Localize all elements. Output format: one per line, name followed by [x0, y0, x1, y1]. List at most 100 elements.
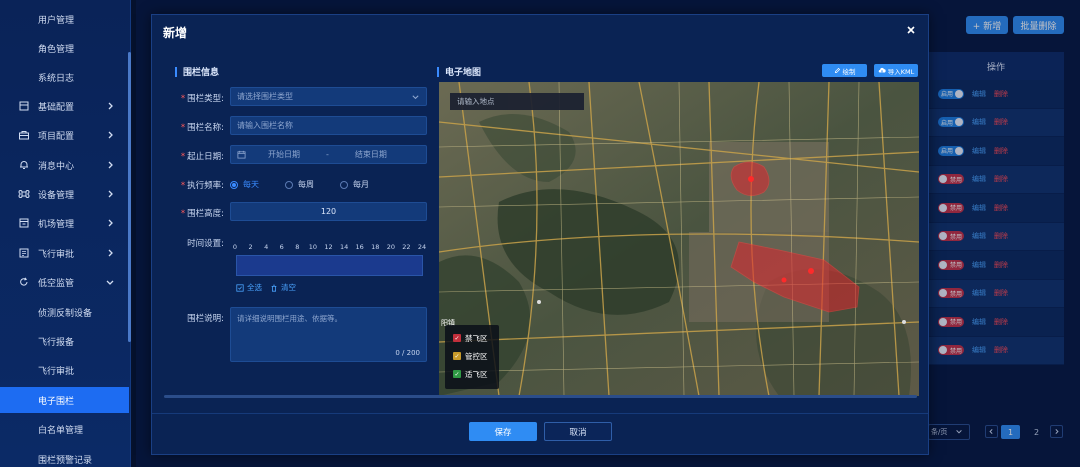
- fence-height-input[interactable]: 120: [230, 202, 427, 221]
- legend-item[interactable]: ✓ 禁飞区: [453, 329, 499, 347]
- add-fence-dialog: 新增 围栏信息 电子地图 * 围栏类型: 请选择围栏类型 * 围栏名称: 请输入围栏…: [151, 14, 929, 455]
- legend-label: 适飞区: [465, 369, 488, 379]
- select-all-icon: [236, 283, 244, 292]
- frequency-radio-1[interactable]: 每周: [285, 179, 314, 190]
- sidebar-item-5[interactable]: 消息中心: [0, 152, 129, 178]
- zone-legend: ✓ 禁飞区 ✓ 管控区 ✓ 适飞区: [445, 325, 499, 389]
- checkbox-icon: ✓: [453, 370, 461, 378]
- sidebar-item-label: 系统日志: [38, 73, 75, 84]
- chevron-right-icon: [108, 131, 113, 139]
- horizontal-scrollbar[interactable]: [164, 395, 917, 398]
- clear-button[interactable]: 清空: [270, 282, 296, 293]
- time-tick: 8: [295, 243, 300, 251]
- sidebar-item-label: 飞行审批: [38, 366, 75, 377]
- date-end-placeholder: 结束日期: [354, 150, 387, 159]
- sidebar-item-label: 项目配置: [38, 131, 75, 142]
- description-placeholder: 请详细说明围栏用途、依据等。: [237, 314, 342, 323]
- sidebar-item-1[interactable]: 角色管理: [0, 35, 129, 61]
- name-label: * 围栏名称:: [180, 123, 224, 133]
- save-button[interactable]: 保存: [469, 422, 537, 441]
- sidebar-item-15[interactable]: 围栏预警记录: [0, 446, 129, 467]
- sidebar-item-14[interactable]: 白名单管理: [0, 416, 129, 442]
- map-search-input[interactable]: 请输入地点: [450, 93, 584, 110]
- time-tick: 14: [339, 243, 349, 251]
- sidebar-item-label: 飞行审批: [38, 249, 75, 260]
- bell-icon: [18, 159, 30, 171]
- sidebar-item-3[interactable]: 基础配置: [0, 93, 129, 119]
- sidebar-item-label: 角色管理: [38, 44, 75, 55]
- checkbox-icon: ✓: [453, 334, 461, 342]
- edit-icon: [834, 67, 840, 73]
- chevron-right-icon: [108, 219, 113, 227]
- legend-item[interactable]: ✓ 适飞区: [453, 365, 499, 383]
- electronic-map[interactable]: 阳镇 请输入地点 ✓ 禁飞区 ✓ 管控区 ✓ 适飞区: [439, 82, 919, 396]
- sidebar-item-label: 低空监管: [38, 278, 75, 289]
- sidebar-item-10[interactable]: 侦测反制设备: [0, 299, 129, 325]
- map-search-placeholder: 请输入地点: [457, 97, 495, 106]
- height-label: * 围栏高度:: [180, 209, 224, 219]
- sidebar-item-8[interactable]: 飞行审批: [0, 240, 129, 266]
- description-counter: 0 / 200: [395, 349, 420, 357]
- calendar-icon: [237, 150, 246, 159]
- time-tick: 18: [371, 243, 380, 251]
- time-ticks: 0 2 4 6 8 10 12 14 16 18 20 22 24: [232, 243, 426, 253]
- map-title: 电子地图: [437, 65, 481, 78]
- sidebar-scrollbar[interactable]: [128, 52, 131, 342]
- list-icon: [18, 247, 30, 259]
- chevron-down-icon: [106, 280, 114, 285]
- sidebar-item-label: 用户管理: [38, 15, 75, 26]
- sidebar-item-0[interactable]: 用户管理: [0, 6, 129, 32]
- chevron-right-icon: [108, 161, 113, 169]
- time-slot-selector[interactable]: [236, 255, 423, 276]
- upload-cloud-icon: [878, 67, 886, 73]
- time-label: 时间设置:: [187, 239, 224, 249]
- legend-label: 管控区: [465, 351, 488, 361]
- import-kml-button[interactable]: 导入KML: [874, 64, 918, 77]
- settings-icon: [18, 100, 30, 112]
- sidebar-item-label: 机场管理: [38, 219, 75, 230]
- sidebar-item-label: 飞行报备: [38, 337, 75, 348]
- time-tick: 16: [355, 243, 364, 251]
- frequency-radio-label: 每月: [353, 180, 369, 189]
- sidebar: 用户管理 角色管理 系统日志 基础配置 项目配置 消息中心 设备管理 机场管理 飞行审批 低空监管…: [0, 0, 131, 467]
- close-button[interactable]: [904, 23, 918, 37]
- chevron-right-icon: [108, 190, 113, 198]
- time-tick: 20: [386, 243, 395, 251]
- cancel-button[interactable]: 取消: [544, 422, 612, 441]
- sidebar-item-label: 消息中心: [38, 161, 75, 172]
- sidebar-item-4[interactable]: 项目配置: [0, 122, 129, 148]
- sidebar-item-13[interactable]: 电子围栏: [0, 387, 129, 413]
- frequency-radio-label: 每天: [243, 180, 259, 189]
- sidebar-item-12[interactable]: 飞行审批: [0, 357, 129, 383]
- legend-label: 禁飞区: [465, 333, 488, 343]
- fence-type-select[interactable]: 请选择围栏类型: [230, 87, 427, 106]
- sidebar-item-2[interactable]: 系统日志: [0, 64, 129, 90]
- sidebar-item-7[interactable]: 机场管理: [0, 210, 129, 236]
- time-tick: 10: [308, 243, 318, 251]
- description-label: 围栏说明:: [187, 314, 224, 324]
- dialog-footer: [152, 413, 928, 454]
- sidebar-item-11[interactable]: 飞行报备: [0, 328, 129, 354]
- date-label: * 起止日期:: [180, 152, 224, 162]
- legend-item[interactable]: ✓ 管控区: [453, 347, 499, 365]
- fence-name-placeholder: 请输入围栏名称: [237, 121, 293, 130]
- dialog-title: 新增: [163, 26, 188, 40]
- date-range-picker[interactable]: 开始日期 - 结束日期: [230, 145, 427, 164]
- sidebar-item-6[interactable]: 设备管理: [0, 181, 129, 207]
- time-tick: 22: [402, 243, 411, 251]
- draw-button[interactable]: 绘制: [822, 64, 867, 77]
- sidebar-item-9[interactable]: 低空监管: [0, 269, 129, 295]
- time-tick: 12: [324, 243, 333, 251]
- frequency-radio-2[interactable]: 每月: [340, 179, 369, 190]
- frequency-radio-0[interactable]: 每天: [230, 179, 259, 190]
- hangar-icon: [18, 217, 30, 229]
- description-textarea[interactable]: 请详细说明围栏用途、依据等。 0 / 200: [230, 307, 427, 362]
- fence-type-placeholder: 请选择围栏类型: [237, 92, 293, 101]
- time-tick: 4: [264, 243, 269, 251]
- select-all-button[interactable]: 全选: [236, 282, 262, 293]
- trash-icon: [271, 284, 277, 292]
- frequency-label: * 执行频率:: [180, 181, 224, 191]
- time-tick: 24: [417, 243, 427, 251]
- fence-name-input[interactable]: 请输入围栏名称: [230, 116, 427, 135]
- date-separator: -: [326, 150, 329, 159]
